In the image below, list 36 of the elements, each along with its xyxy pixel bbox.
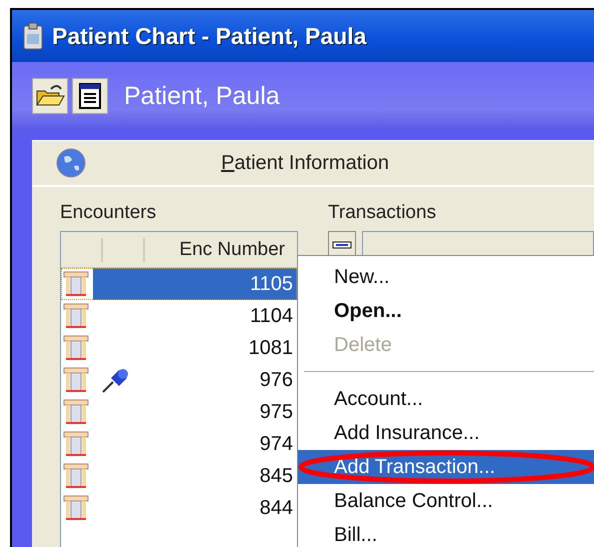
- encounter-number: 845: [258, 464, 294, 488]
- cabinet-icon: [63, 303, 89, 329]
- cabinet-icon: [63, 271, 89, 297]
- open-folder-button[interactable]: [32, 78, 68, 114]
- panel-title[interactable]: Patient Information: [86, 152, 594, 174]
- cabinet-icon: [63, 495, 89, 521]
- encounter-number: 975: [258, 400, 294, 424]
- window-title: Patient Chart - Patient, Paula: [52, 22, 366, 50]
- cabinet-icon: [63, 399, 89, 425]
- bar-icon: [332, 240, 352, 250]
- menu-item[interactable]: Open...: [298, 294, 594, 328]
- encounter-number: 974: [258, 432, 294, 456]
- menu-item[interactable]: Balance Control...: [298, 484, 594, 518]
- cabinet-icon: [63, 335, 89, 361]
- menu-item[interactable]: New...: [298, 260, 594, 294]
- transactions-label: Transactions: [328, 201, 438, 225]
- menu-item[interactable]: Bill...: [298, 518, 594, 547]
- cabinet-icon: [63, 431, 89, 457]
- encounters-label: Encounters: [60, 201, 158, 225]
- document-icon: [78, 82, 102, 110]
- encounter-number: 976: [258, 368, 294, 392]
- pushpin-icon: [101, 366, 131, 394]
- encounter-number: 1105: [248, 272, 294, 296]
- cabinet-icon: [63, 367, 89, 393]
- globe-icon: [56, 148, 86, 178]
- cabinet-icon: [63, 463, 89, 489]
- encounter-row[interactable]: 1105: [61, 268, 297, 300]
- column-title[interactable]: Enc Number: [145, 238, 297, 260]
- menu-item[interactable]: Add Insurance...: [298, 416, 594, 450]
- encounter-number: 1104: [248, 304, 294, 328]
- clipboard-icon: [22, 22, 44, 50]
- menu-item[interactable]: Account...: [298, 382, 594, 416]
- encounter-number: 844: [258, 496, 294, 520]
- document-button[interactable]: [72, 78, 108, 114]
- encounter-number: 1081: [248, 336, 294, 360]
- patient-name: Patient, Paula: [124, 82, 280, 110]
